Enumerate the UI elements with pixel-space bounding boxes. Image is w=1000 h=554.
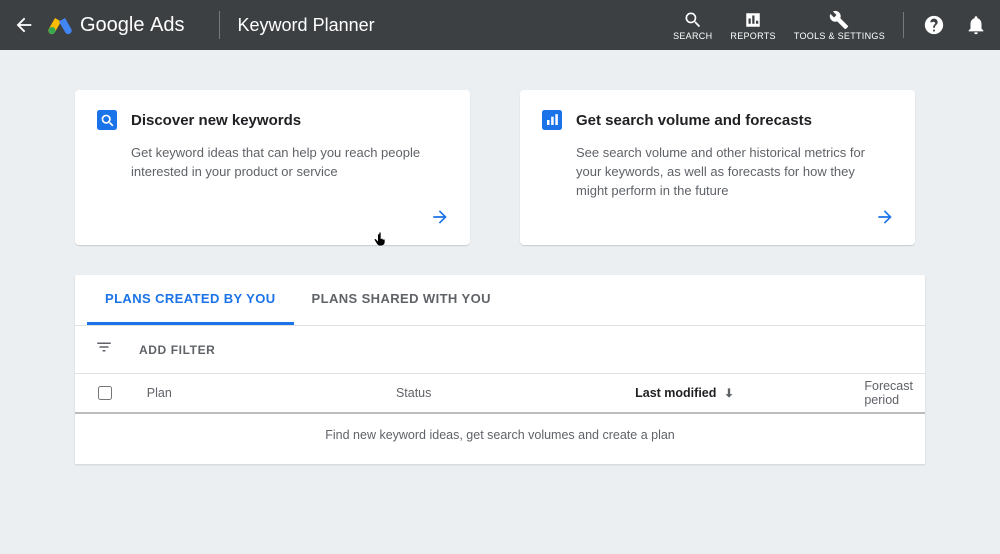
help-icon [923, 14, 945, 36]
title-divider [219, 11, 220, 39]
search-volume-card[interactable]: Get search volume and forecasts See sear… [520, 90, 915, 245]
plans-panel: PLANS CREATED BY YOU PLANS SHARED WITH Y… [75, 275, 925, 464]
select-all-checkbox[interactable] [98, 386, 112, 400]
tab-plans-created[interactable]: PLANS CREATED BY YOU [87, 275, 294, 325]
volume-card-title: Get search volume and forecasts [576, 112, 812, 129]
arrow-right-icon [430, 207, 450, 227]
add-filter-button[interactable]: ADD FILTER [139, 343, 215, 357]
nav-separator [903, 12, 904, 38]
google-ads-logo: Google Ads [48, 13, 185, 37]
help-button[interactable] [922, 13, 946, 37]
col-plan[interactable]: Plan [135, 386, 384, 400]
bars-square-icon [542, 110, 562, 130]
page-title: Keyword Planner [238, 15, 375, 36]
search-icon [682, 9, 704, 31]
wrench-icon [828, 9, 850, 31]
tab-plans-shared[interactable]: PLANS SHARED WITH YOU [294, 275, 509, 325]
table-header: Plan Status Last modified Forecast perio… [75, 374, 925, 414]
volume-card-desc: See search volume and other historical m… [542, 144, 893, 201]
ads-logo-icon [48, 13, 72, 37]
nav-tools-settings[interactable]: TOOLS & SETTINGS [794, 9, 885, 41]
arrow-left-icon [13, 14, 35, 36]
discover-card-title: Discover new keywords [131, 112, 301, 129]
col-last-modified[interactable]: Last modified [623, 386, 852, 400]
nav-search[interactable]: SEARCH [673, 9, 712, 41]
magnifier-square-icon [97, 110, 117, 130]
empty-state: Find new keyword ideas, get search volum… [75, 414, 925, 464]
col-status[interactable]: Status [384, 386, 623, 400]
nav-reports[interactable]: REPORTS [730, 9, 775, 41]
brand-text: Google Ads [80, 14, 185, 37]
discover-card-desc: Get keyword ideas that can help you reac… [97, 144, 448, 182]
back-button[interactable] [12, 13, 36, 37]
reports-icon [742, 9, 764, 31]
notifications-button[interactable] [964, 13, 988, 37]
arrow-down-icon [722, 386, 736, 400]
bell-icon [965, 14, 987, 36]
col-forecast-period[interactable]: Forecast period [852, 379, 925, 407]
arrow-right-icon [875, 207, 895, 227]
discover-keywords-card[interactable]: Discover new keywords Get keyword ideas … [75, 90, 470, 245]
filter-icon[interactable] [95, 338, 113, 361]
